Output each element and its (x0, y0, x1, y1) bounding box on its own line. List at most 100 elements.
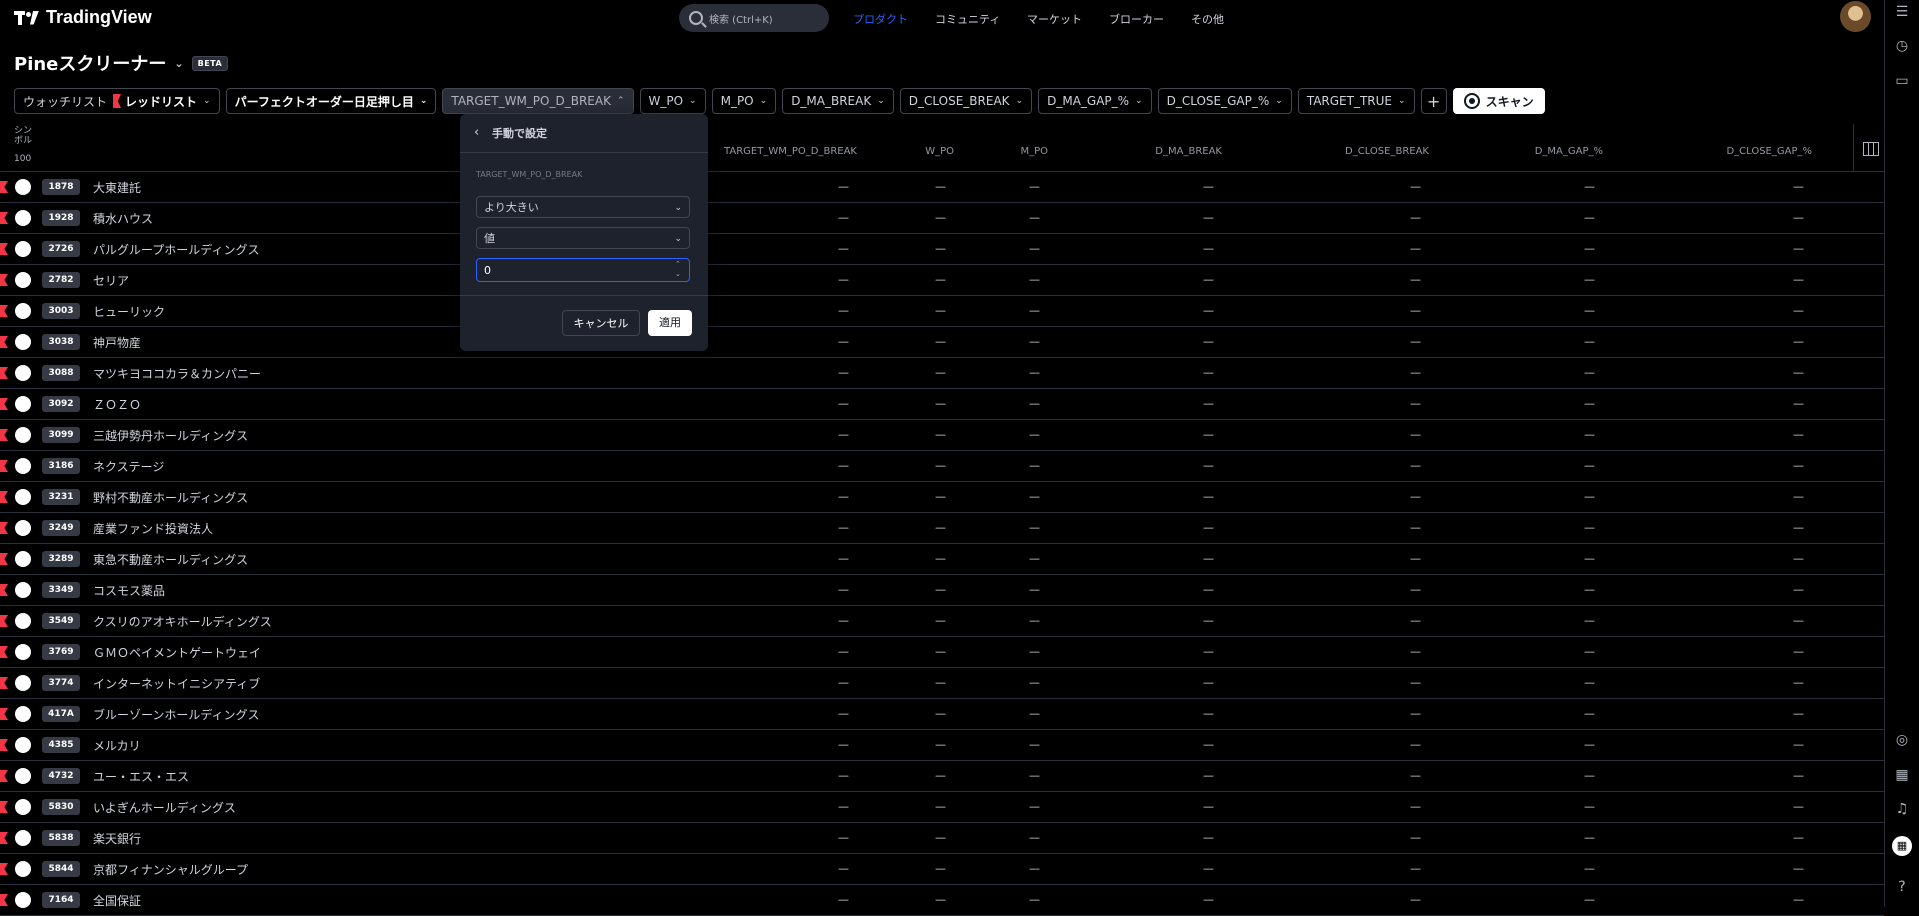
apps-grid-icon[interactable]: ▦ (1892, 836, 1912, 856)
table-row[interactable]: 3774 インターネットイニシアティブ — — — — — — — (0, 668, 1884, 699)
ticker-code[interactable]: 1878 (42, 179, 80, 195)
red-flag-icon[interactable] (0, 553, 8, 565)
script-selector[interactable]: パーフェクトオーダー日足押し目 ⌄ (225, 88, 437, 114)
nav-markets[interactable]: マーケット (1027, 11, 1082, 27)
table-row[interactable]: 3769 ＧＭＯペイメントゲートウェイ — — — — — — — (0, 637, 1884, 668)
table-row[interactable]: 1878 大東建託 — — — — — — — (0, 172, 1884, 203)
red-flag-icon[interactable] (0, 181, 8, 193)
ticker-code[interactable]: 3769 (42, 644, 80, 660)
table-row[interactable]: 3088 マツキヨココカラ＆カンパニー — — — — — — — (0, 358, 1884, 389)
ticker-code[interactable]: 3099 (42, 427, 80, 443)
red-flag-icon[interactable] (0, 739, 8, 751)
symbol-column-header[interactable]: シンボル 100 (14, 126, 34, 164)
filter-chip-target-wm-po-d-break[interactable]: TARGET_WM_PO_D_BREAK ⌃ (442, 88, 634, 114)
ticker-code[interactable]: 3003 (42, 303, 80, 319)
ticker-code[interactable]: 3549 (42, 613, 80, 629)
red-flag-icon[interactable] (0, 212, 8, 224)
table-row[interactable]: 3092 ＺＯＺＯ — — — — — — — (0, 389, 1884, 420)
user-avatar[interactable] (1840, 1, 1871, 32)
apply-button[interactable]: 適用 (648, 310, 692, 336)
red-flag-icon[interactable] (0, 429, 8, 441)
nav-brokers[interactable]: ブローカー (1109, 11, 1164, 27)
watchlist-icon[interactable]: ☰ (1894, 4, 1910, 20)
filter-chip-m-po[interactable]: M_PO ⌄ (711, 88, 777, 114)
ticker-code[interactable]: 3349 (42, 582, 80, 598)
ticker-code[interactable]: 5830 (42, 799, 80, 815)
ticker-code[interactable]: 5838 (42, 830, 80, 846)
table-row[interactable]: 417A ブルーゾーンホールディングス — — — — — — — (0, 699, 1884, 730)
filter-chip-w-po[interactable]: W_PO ⌄ (639, 88, 706, 114)
column-header-w-po[interactable]: W_PO (925, 146, 954, 157)
ticker-code[interactable]: 2726 (42, 241, 80, 257)
columns-settings-icon[interactable] (1863, 142, 1879, 156)
table-row[interactable]: 5844 京都フィナンシャルグループ — — — — — — — (0, 854, 1884, 885)
table-row[interactable]: 3038 神戸物産 — — — — — — — (0, 327, 1884, 358)
bell-icon[interactable]: ♫ (1894, 801, 1910, 817)
ticker-code[interactable]: 5844 (42, 861, 80, 877)
nav-product[interactable]: プロダクト (853, 11, 908, 27)
table-row[interactable]: 3231 野村不動産ホールディングス — — — — — — — (0, 482, 1884, 513)
red-flag-icon[interactable] (0, 832, 8, 844)
red-flag-icon[interactable] (0, 336, 8, 348)
scan-button[interactable]: スキャン (1452, 88, 1545, 114)
red-flag-icon[interactable] (0, 894, 8, 906)
table-row[interactable]: 3349 コスモス薬品 — — — — — — — (0, 575, 1884, 606)
cancel-button[interactable]: キャンセル (562, 310, 640, 336)
ticker-code[interactable]: 3186 (42, 458, 80, 474)
ticker-code[interactable]: 7164 (42, 892, 80, 908)
ticker-code[interactable]: 3092 (42, 396, 80, 412)
table-row[interactable]: 3289 東急不動産ホールディングス — — — — — — — (0, 544, 1884, 575)
table-row[interactable]: 3549 クスリのアオキホールディングス — — — — — — — (0, 606, 1884, 637)
add-filter-button[interactable]: + (1420, 88, 1447, 114)
red-flag-icon[interactable] (0, 615, 8, 627)
table-row[interactable]: 5838 楽天銀行 — — — — — — — (0, 823, 1884, 854)
filter-chip-d-close-gap[interactable]: D_CLOSE_GAP_% ⌄ (1157, 88, 1292, 114)
ticker-code[interactable]: 3038 (42, 334, 80, 350)
ticker-code[interactable]: 4732 (42, 768, 80, 784)
red-flag-icon[interactable] (0, 677, 8, 689)
ticker-code[interactable]: 3088 (42, 365, 80, 381)
ticker-code[interactable]: 2782 (42, 272, 80, 288)
red-flag-icon[interactable] (0, 460, 8, 472)
red-flag-icon[interactable] (0, 305, 8, 317)
table-row[interactable]: 7164 全国保証 — — — — — — — (0, 885, 1884, 916)
ticker-code[interactable]: 4385 (42, 737, 80, 753)
ticker-code[interactable]: 3289 (42, 551, 80, 567)
filter-chip-d-ma-break[interactable]: D_MA_BREAK ⌄ (782, 88, 894, 114)
search-box[interactable]: 検索 (Ctrl+K) (679, 4, 829, 32)
table-row[interactable]: 3249 産業ファンド投資法人 — — — — — — — (0, 513, 1884, 544)
table-row[interactable]: 4732 ユー・エス・エス — — — — — — — (0, 761, 1884, 792)
nav-more[interactable]: その他 (1191, 11, 1224, 27)
mode-select[interactable]: 値 ⌄ (476, 227, 690, 249)
table-row[interactable]: 2726 パルグループホールディングス — — — — — — — (0, 234, 1884, 265)
page-title[interactable]: Pineスクリーナー (14, 50, 166, 76)
red-flag-icon[interactable] (0, 584, 8, 596)
calendar-icon[interactable]: ▦ (1894, 767, 1910, 783)
ticker-code[interactable]: 417A (42, 706, 80, 722)
chevron-down-icon[interactable]: ⌄ (174, 57, 183, 70)
red-flag-icon[interactable] (0, 646, 8, 658)
table-row[interactable]: 4385 メルカリ — — — — — — — (0, 730, 1884, 761)
target-icon[interactable]: ◎ (1894, 732, 1910, 748)
filter-chip-target-true[interactable]: TARGET_TRUE ⌄ (1297, 88, 1415, 114)
table-row[interactable]: 5830 いよぎんホールディングス — — — — — — — (0, 792, 1884, 823)
chevron-left-icon[interactable]: ‹ (474, 125, 479, 140)
ticker-code[interactable]: 1928 (42, 210, 80, 226)
red-flag-icon[interactable] (0, 522, 8, 534)
red-flag-icon[interactable] (0, 243, 8, 255)
red-flag-icon[interactable] (0, 491, 8, 503)
red-flag-icon[interactable] (0, 770, 8, 782)
red-flag-icon[interactable] (0, 801, 8, 813)
red-flag-icon[interactable] (0, 863, 8, 875)
column-header-d-ma-break[interactable]: D_MA_BREAK (1155, 146, 1222, 157)
alerts-clock-icon[interactable]: ◷ (1894, 38, 1910, 54)
watchlist-selector[interactable]: ウォッチリスト レッドリスト ⌄ (14, 88, 220, 114)
column-header-d-close-gap[interactable]: D_CLOSE_GAP_% (1726, 146, 1812, 157)
column-header-d-close-break[interactable]: D_CLOSE_BREAK (1345, 146, 1429, 157)
red-flag-icon[interactable] (0, 274, 8, 286)
condition-select[interactable]: より大きい ⌄ (476, 196, 690, 218)
red-flag-icon[interactable] (0, 708, 8, 720)
nav-community[interactable]: コミュニティ (935, 11, 1000, 27)
table-row[interactable]: 2782 セリア — — — — — — — (0, 265, 1884, 296)
ticker-code[interactable]: 3774 (42, 675, 80, 691)
